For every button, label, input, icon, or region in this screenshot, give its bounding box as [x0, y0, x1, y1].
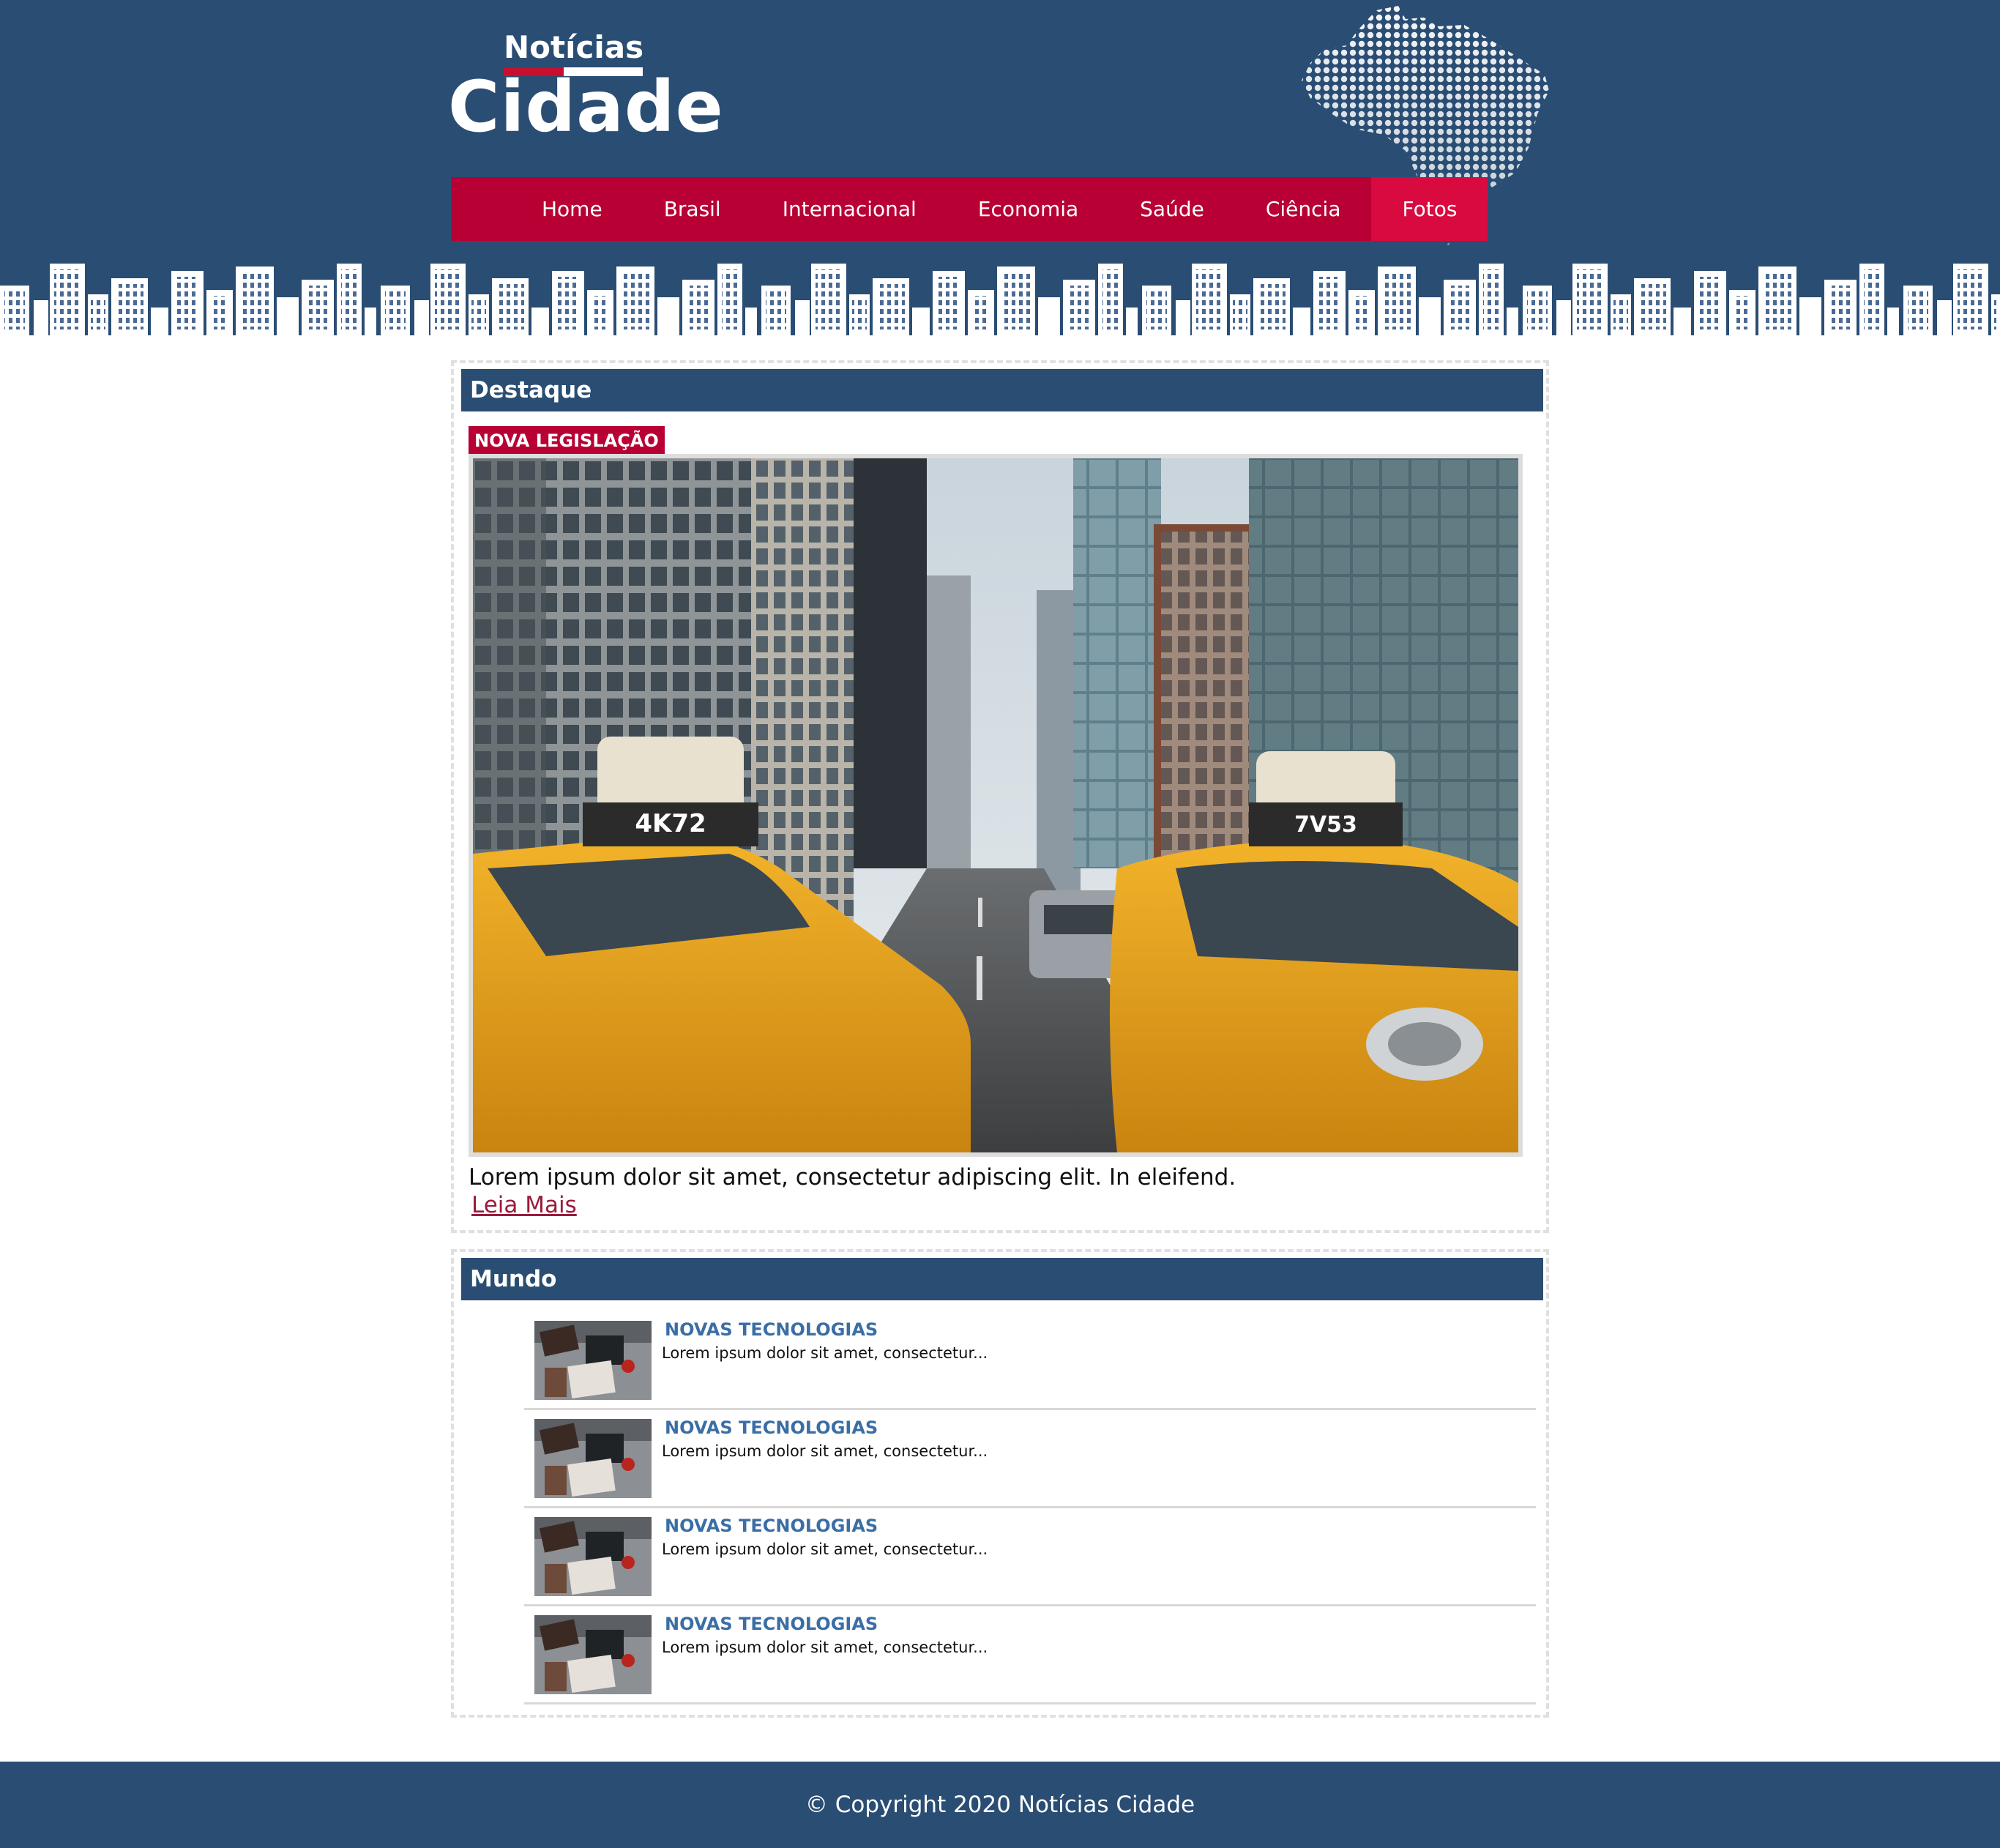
mundo-section: Mundo NOVAS TECNOLOGIAS Lorem ipsum dolo…	[451, 1249, 1549, 1718]
nav-item-fotos[interactable]: Fotos	[1371, 177, 1488, 241]
news-title[interactable]: NOVAS TECNOLOGIAS	[665, 1319, 878, 1340]
news-thumbnail[interactable]	[534, 1419, 652, 1498]
nav-item-economia[interactable]: Economia	[947, 177, 1109, 241]
news-title[interactable]: NOVAS TECNOLOGIAS	[665, 1516, 878, 1536]
news-item[interactable]: NOVAS TECNOLOGIAS Lorem ipsum dolor sit …	[524, 1606, 1536, 1704]
news-thumbnail[interactable]	[534, 1517, 652, 1596]
hero-image[interactable]: 4K72 7V53	[469, 454, 1523, 1157]
main-nav: Home Brasil Internacional Economia Saúde…	[451, 177, 1488, 241]
right-taxi-plate: 7V53	[1294, 812, 1357, 838]
read-more-link[interactable]: Leia Mais	[471, 1192, 577, 1218]
news-list: NOVAS TECNOLOGIAS Lorem ipsum dolor sit …	[524, 1312, 1536, 1704]
news-summary: Lorem ipsum dolor sit amet, consectetur.…	[662, 1639, 988, 1656]
destaque-title: Destaque	[461, 369, 1543, 411]
nav-item-ciencia[interactable]: Ciência	[1235, 177, 1372, 241]
category-tag[interactable]: NOVA LEGISLAÇÃO	[469, 426, 665, 455]
news-summary: Lorem ipsum dolor sit amet, consectetur.…	[662, 1540, 988, 1558]
news-item[interactable]: NOVAS TECNOLOGIAS Lorem ipsum dolor sit …	[524, 1312, 1536, 1410]
news-thumbnail[interactable]	[534, 1321, 652, 1400]
logo-line-1: Notícias	[504, 29, 644, 65]
mundo-title: Mundo	[461, 1258, 1543, 1300]
news-item[interactable]: NOVAS TECNOLOGIAS Lorem ipsum dolor sit …	[524, 1410, 1536, 1508]
news-summary: Lorem ipsum dolor sit amet, consectetur.…	[662, 1442, 988, 1460]
nav-item-saude[interactable]: Saúde	[1109, 177, 1235, 241]
site-header: Notícias Cidade Home Brasil Internaciona…	[0, 0, 2000, 335]
left-taxi-plate: 4K72	[635, 809, 706, 838]
news-item[interactable]: NOVAS TECNOLOGIAS Lorem ipsum dolor sit …	[524, 1508, 1536, 1606]
city-skyline-icon	[0, 264, 2000, 335]
news-summary: Lorem ipsum dolor sit amet, consectetur.…	[662, 1344, 988, 1362]
nav-item-home[interactable]: Home	[511, 177, 633, 241]
logo-line-2: Cidade	[448, 66, 724, 148]
news-title[interactable]: NOVAS TECNOLOGIAS	[665, 1614, 878, 1634]
headline-text: Lorem ipsum dolor sit amet, consectetur …	[469, 1164, 1236, 1191]
news-title[interactable]: NOVAS TECNOLOGIAS	[665, 1417, 878, 1438]
site-logo[interactable]: Notícias Cidade	[448, 29, 723, 148]
nav-item-brasil[interactable]: Brasil	[633, 177, 752, 241]
news-thumbnail[interactable]	[534, 1615, 652, 1694]
destaque-section: Destaque NOVA LEGISLAÇÃO 4K72 7V53 Lorem…	[451, 360, 1549, 1233]
copyright-text: © Copyright 2020 Notícias Cidade	[805, 1792, 1195, 1818]
nav-item-internacional[interactable]: Internacional	[752, 177, 947, 241]
site-footer: © Copyright 2020 Notícias Cidade	[0, 1762, 2000, 1848]
